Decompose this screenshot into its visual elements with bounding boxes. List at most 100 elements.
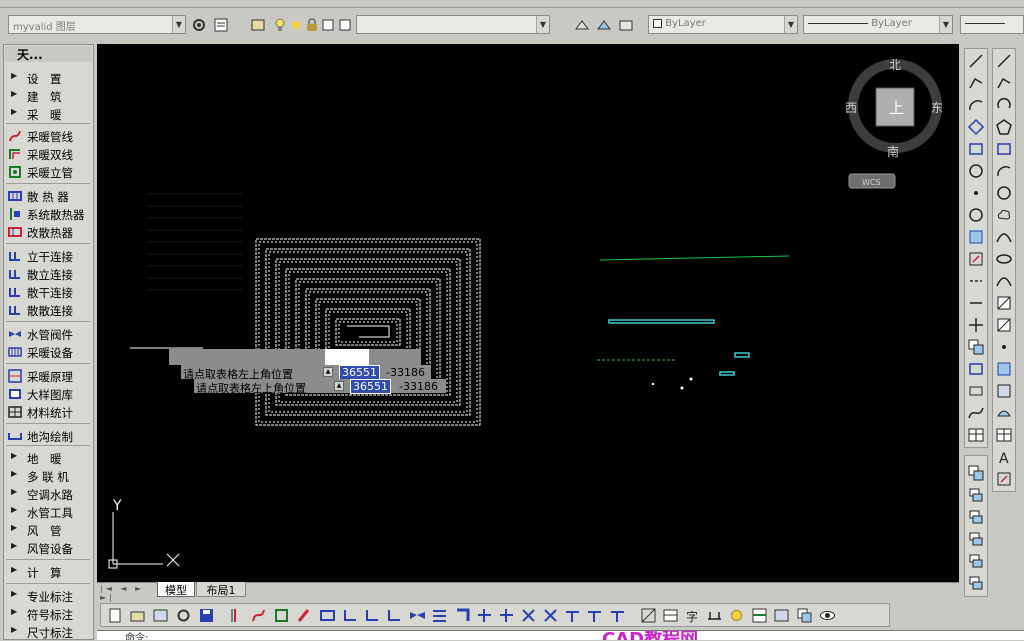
hatch-icon[interactable] xyxy=(967,228,985,246)
menu-folder[interactable]: ▶ 风 管 xyxy=(6,521,90,539)
block-icon[interactable] xyxy=(995,316,1013,334)
rect-icon[interactable] xyxy=(967,140,985,158)
rect-icon[interactable] xyxy=(995,140,1013,158)
menu-folder[interactable]: ▶ 空调水路 xyxy=(6,485,90,503)
menu-folder[interactable]: ▶ 尺寸标注 xyxy=(6,623,90,641)
rect-icon[interactable] xyxy=(967,360,985,378)
copy-icon[interactable] xyxy=(796,607,813,624)
text-icon[interactable]: A xyxy=(995,448,1013,466)
window-icon[interactable] xyxy=(773,607,790,624)
bulb-icon[interactable] xyxy=(272,17,288,33)
text-icon[interactable]: 字 xyxy=(684,607,701,624)
sun-icon[interactable] xyxy=(728,607,745,624)
arc-pipe-icon[interactable] xyxy=(250,607,267,624)
menu-command[interactable]: 采暖双线 xyxy=(6,145,90,163)
pipe-icon[interactable] xyxy=(227,607,244,624)
save-icon[interactable] xyxy=(175,607,192,624)
ellipse-icon[interactable] xyxy=(995,250,1013,268)
command-line[interactable]: 命令: CAD教程网 xyxy=(97,630,1024,640)
layer-settings-button[interactable] xyxy=(191,17,207,33)
tab-layout1[interactable]: 布局1 xyxy=(196,582,246,597)
stack-icon[interactable] xyxy=(967,508,985,526)
sun-icon[interactable] xyxy=(288,17,304,33)
stack-icon[interactable] xyxy=(967,552,985,570)
valve-icon[interactable] xyxy=(409,607,426,624)
menu-folder[interactable]: ▶ 计 算 xyxy=(6,563,90,581)
color-swatch-icon[interactable] xyxy=(320,17,336,33)
menu-command[interactable]: 采暖立管 xyxy=(6,163,90,181)
menu-command[interactable]: 采暖原理 xyxy=(6,367,90,385)
cross-icon[interactable] xyxy=(520,607,537,624)
line-icon[interactable] xyxy=(995,52,1013,70)
pline-icon[interactable] xyxy=(967,74,985,92)
table-icon[interactable] xyxy=(662,607,679,624)
hatch-icon[interactable] xyxy=(640,607,657,624)
open-icon[interactable] xyxy=(129,607,146,624)
y-coordinate-input[interactable]: -33186 xyxy=(399,380,438,393)
radiator-icon[interactable] xyxy=(319,607,336,624)
connect-icon[interactable] xyxy=(386,607,403,624)
menu-command[interactable]: 大样图库 xyxy=(6,385,90,403)
circle-icon[interactable] xyxy=(967,206,985,224)
menu-command[interactable]: 采暖设备 xyxy=(6,343,90,361)
y-coordinate-input[interactable]: -33186 xyxy=(386,366,425,379)
menu-command[interactable]: 改散热器 xyxy=(6,223,90,241)
spline-icon[interactable] xyxy=(995,228,1013,246)
circle-icon[interactable] xyxy=(995,184,1013,202)
tee-icon[interactable] xyxy=(586,607,603,624)
region-icon[interactable] xyxy=(995,404,1013,422)
dim-icon[interactable] xyxy=(706,607,723,624)
layer-manager-button[interactable] xyxy=(213,17,229,33)
point-icon[interactable] xyxy=(967,184,985,202)
hline-icon[interactable] xyxy=(967,294,985,312)
pentagon-icon[interactable] xyxy=(995,118,1013,136)
rotate-icon[interactable] xyxy=(995,96,1013,114)
menu-command[interactable]: 散立连接 xyxy=(6,265,90,283)
polygon-icon[interactable] xyxy=(967,118,985,136)
junction-icon[interactable] xyxy=(498,607,515,624)
viewcube[interactable] xyxy=(848,59,942,189)
menu-command[interactable]: 散 热 器 xyxy=(6,187,90,205)
menu-command[interactable]: 散干连接 xyxy=(6,283,90,301)
menu-command[interactable]: 材料统计 xyxy=(6,403,90,421)
layer-tool-icon[interactable] xyxy=(152,607,169,624)
tab-nav-arrows[interactable]: |◄ ◄ ► ►| xyxy=(100,584,156,602)
brush-icon[interactable] xyxy=(296,607,313,624)
menu-folder[interactable]: ▶ 符号标注 xyxy=(6,605,90,623)
insert-icon[interactable] xyxy=(995,470,1013,488)
curve-icon[interactable] xyxy=(967,404,985,422)
connect-icon[interactable] xyxy=(342,607,359,624)
lineweight-dropdown[interactable] xyxy=(960,15,1024,34)
menu-command[interactable]: 散散连接 xyxy=(6,301,90,319)
junction-icon[interactable] xyxy=(476,607,493,624)
layer-dropdown[interactable]: myvalid 图层 ▼ xyxy=(8,15,186,34)
layer-state-icon[interactable] xyxy=(250,17,266,33)
point-icon[interactable] xyxy=(995,338,1013,356)
circle-icon[interactable] xyxy=(967,162,985,180)
pline-icon[interactable] xyxy=(995,74,1013,92)
new-icon[interactable] xyxy=(107,607,124,624)
menu-folder[interactable]: ▶ 风管设备 xyxy=(6,539,90,557)
layer-iso-icon[interactable] xyxy=(618,17,634,33)
schematic-icon[interactable] xyxy=(751,607,768,624)
tee-icon[interactable] xyxy=(564,607,581,624)
lock-icon[interactable] xyxy=(304,17,320,33)
move-icon[interactable] xyxy=(967,316,985,334)
layer-previous-icon[interactable] xyxy=(574,17,590,33)
tee-icon[interactable] xyxy=(609,607,626,624)
table-icon[interactable] xyxy=(967,426,985,444)
eye-icon[interactable] xyxy=(819,607,836,624)
spin-icon[interactable]: ▲ xyxy=(323,367,333,377)
x-coordinate-input[interactable]: 36551 xyxy=(339,365,380,380)
menu-folder[interactable]: ▶ 采 暖 xyxy=(6,105,90,123)
menu-folder[interactable]: ▶ 专业标注 xyxy=(6,587,90,605)
stack-icon[interactable] xyxy=(967,530,985,548)
menu-folder[interactable]: ▶ 建 筑 xyxy=(6,87,90,105)
branch-icon[interactable] xyxy=(454,607,471,624)
insert-icon[interactable] xyxy=(967,250,985,268)
square-icon[interactable] xyxy=(337,17,353,33)
dash-icon[interactable] xyxy=(967,272,985,290)
copy-icon[interactable] xyxy=(967,338,985,356)
menu-command[interactable]: 采暖管线 xyxy=(6,127,90,145)
menu-command[interactable]: 水管阀件 xyxy=(6,325,90,343)
